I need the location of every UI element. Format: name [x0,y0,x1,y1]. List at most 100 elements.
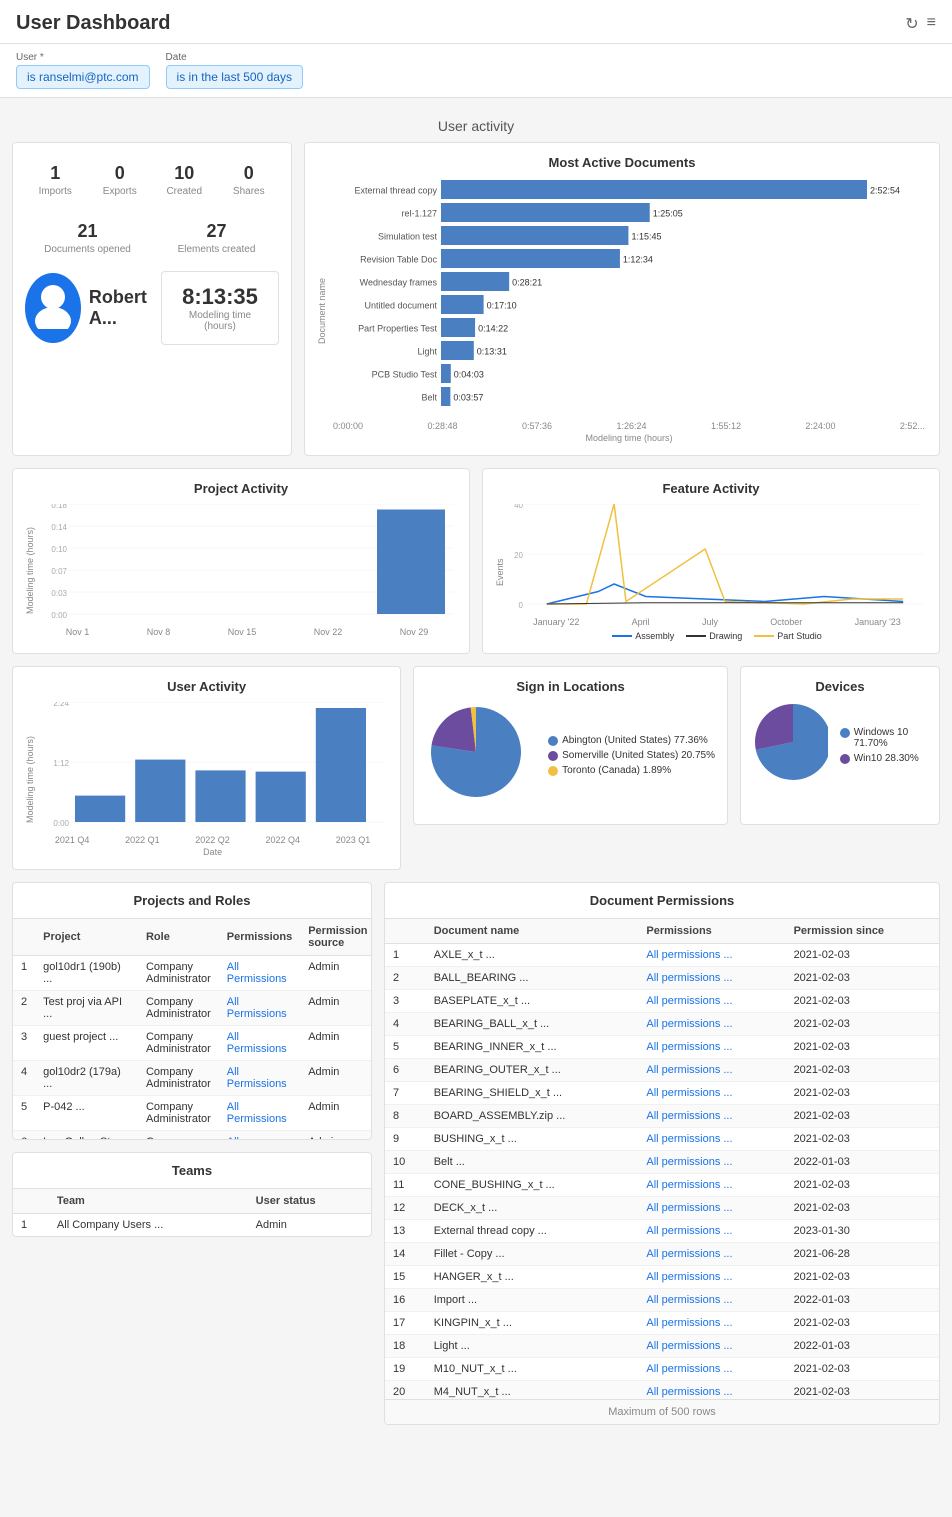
col-num [13,1189,49,1214]
created-stat: 10 Created [154,155,215,205]
project-activity-y-label: Modeling time (hours) [25,504,35,637]
modeling-time-value: 8:13:35 [182,284,258,310]
most-active-docs-title: Most Active Documents [317,155,927,170]
user-filter-chip[interactable]: is ranselmi@ptc.com [16,65,150,89]
user-activity-section-title: User activity [12,118,940,134]
svg-text:1:12:34: 1:12:34 [623,255,653,265]
teams-header-row: Team User status [13,1189,371,1214]
svg-text:0:14:22: 0:14:22 [478,324,508,334]
user-activity-x-ticks: 2021 Q4 2022 Q1 2022 Q2 2022 Q4 2023 Q1 [37,835,388,845]
col-team: Team [49,1189,248,1214]
elements-created-value: 27 [158,221,275,242]
devices-legend-label-1: Windows 10 71.70% [854,727,927,749]
svg-text:Wednesday frames: Wednesday frames [360,278,438,288]
user-name: Robert A... [89,287,161,329]
svg-text:0:13:31: 0:13:31 [477,347,507,357]
svg-text:0:10: 0:10 [51,545,67,554]
table-row: 6Lou Gallo - Stage (579=0157=6b0...Compa… [13,1131,371,1140]
most-active-docs-chart: Document name External thread copy2:52:5… [317,178,927,443]
imports-value: 1 [29,163,82,184]
col-doc-since: Permission since [786,919,939,944]
table-row: 17KINGPIN_x_t ...All permissions ...2021… [385,1312,939,1335]
projects-table-scroll[interactable]: Project Role Permissions Permission sour… [13,919,371,1139]
svg-text:0:04:03: 0:04:03 [454,370,484,380]
sign-devices-row: Sign in Locations Abington (United State… [413,666,940,825]
svg-text:20: 20 [514,551,523,560]
svg-text:0:03:57: 0:03:57 [453,393,483,403]
filters-row: User * is ranselmi@ptc.com Date is in th… [0,44,952,98]
legend-assembly: Assembly [612,631,674,641]
user-avatar-name: Robert A... [25,273,161,343]
table-row: 15HANGER_x_t ...All permissions ...2021-… [385,1266,939,1289]
svg-text:rel-1.127: rel-1.127 [401,209,437,219]
sign-in-legend: Abington (United States) 77.36% Somervil… [548,735,715,780]
project-activity-chart-wrap: Modeling time (hours) 0:000:030:070:100:… [25,504,457,637]
devices-legend-dot-1 [840,728,850,738]
svg-text:External thread copy: External thread copy [354,186,437,196]
feature-activity-wrap: Events 02040 January '22 April July Octo… [495,504,927,641]
teams-title: Teams [13,1153,371,1189]
user-activity-x-label: Date [37,847,388,857]
col-project: Project [35,919,138,956]
svg-text:Part Properties Test: Part Properties Test [358,324,437,334]
imports-stat: 1 Imports [25,155,86,205]
imports-label: Imports [29,186,82,197]
project-activity-title: Project Activity [25,481,457,496]
svg-text:0:00: 0:00 [51,611,67,620]
feature-activity-title: Feature Activity [495,481,927,496]
svg-text:2:24: 2:24 [53,702,69,708]
project-activity-card: Project Activity Modeling time (hours) 0… [12,468,470,654]
col-role: Role [138,919,219,956]
feature-activity-card: Feature Activity Events 02040 January '2… [482,468,940,654]
legend-drawing-label: Drawing [709,631,742,641]
table-row: 7BEARING_SHIELD_x_t ...All permissions .… [385,1082,939,1105]
stat-row2: 21 Documents opened 27 Elements created [25,213,279,263]
user-filter-label: User * [16,52,150,63]
devices-pie-container: Windows 10 71.70% Win10 28.30% [753,702,927,792]
col-doc-permissions: Permissions [638,919,785,944]
elements-created-stat: 27 Elements created [154,213,279,263]
svg-text:Light: Light [417,347,437,357]
feature-activity-x-ticks: January '22 April July October January '… [507,617,927,627]
user-activity-svg: 0:001:122:24 [37,702,388,832]
sign-in-legend-dot-2 [548,751,558,761]
teams-table-head: Team User status [13,1189,371,1214]
most-active-x-label: Modeling time (hours) [331,433,927,443]
sign-in-legend-item-1: Abington (United States) 77.36% [548,735,715,746]
projects-and-roles-title: Projects and Roles [13,883,371,919]
devices-legend-item-2: Win10 28.30% [840,753,927,764]
right-tables: Document Permissions Document name Permi… [384,882,940,1437]
table-row: 8BOARD_ASSEMBLY.zip ...All permissions .… [385,1105,939,1128]
table-row: 11CONE_BUSHING_x_t ...All permissions ..… [385,1174,939,1197]
user-activity-chart-card: User Activity Modeling time (hours) 0:00… [12,666,401,870]
docs-opened-stat: 21 Documents opened [25,213,150,263]
svg-text:0:28:21: 0:28:21 [512,278,542,288]
col-doc-name: Document name [426,919,639,944]
devices-legend-label-2: Win10 28.30% [854,753,919,764]
most-active-docs-bars: External thread copy2:52:54rel-1.1271:25… [331,178,927,443]
filter-icon[interactable]: ≡ [927,14,936,34]
sign-in-legend-item-2: Somerville (United States) 20.75% [548,750,715,761]
sign-in-legend-label-1: Abington (United States) 77.36% [562,735,708,746]
devices-legend-item-1: Windows 10 71.70% [840,727,927,749]
doc-permissions-scroll[interactable]: Document name Permissions Permission sin… [385,919,939,1399]
projects-table-head: Project Role Permissions Permission sour… [13,919,371,956]
table-row: 6BEARING_OUTER_x_t ...All permissions ..… [385,1059,939,1082]
most-active-docs-card: Most Active Documents Document name Exte… [304,142,940,456]
devices-title: Devices [753,679,927,694]
refresh-icon[interactable]: ↻ [905,14,918,34]
doc-permissions-table: Document name Permissions Permission sin… [385,919,939,1399]
dashboard-body: User activity 1 Imports 0 Exports 10 Cre… [0,98,952,1457]
mid-row: Project Activity Modeling time (hours) 0… [12,468,940,654]
avatar-icon [28,279,78,338]
date-filter-group: Date is in the last 500 days [166,52,303,89]
user-stats-card: 1 Imports 0 Exports 10 Created 0 Shares [12,142,292,456]
table-row: 20M4_NUT_x_t ...All permissions ...2021-… [385,1381,939,1400]
date-filter-chip[interactable]: is in the last 500 days [166,65,303,89]
user-activity-chart: 0:001:122:24 2021 Q4 2022 Q1 2022 Q2 202… [37,702,388,857]
docs-opened-value: 21 [29,221,146,242]
user-filter-group: User * is ranselmi@ptc.com [16,52,150,89]
devices-legend-dot-2 [840,754,850,764]
legend-drawing-line [686,635,706,637]
feature-activity-chart: 02040 January '22 April July October Jan… [507,504,927,641]
